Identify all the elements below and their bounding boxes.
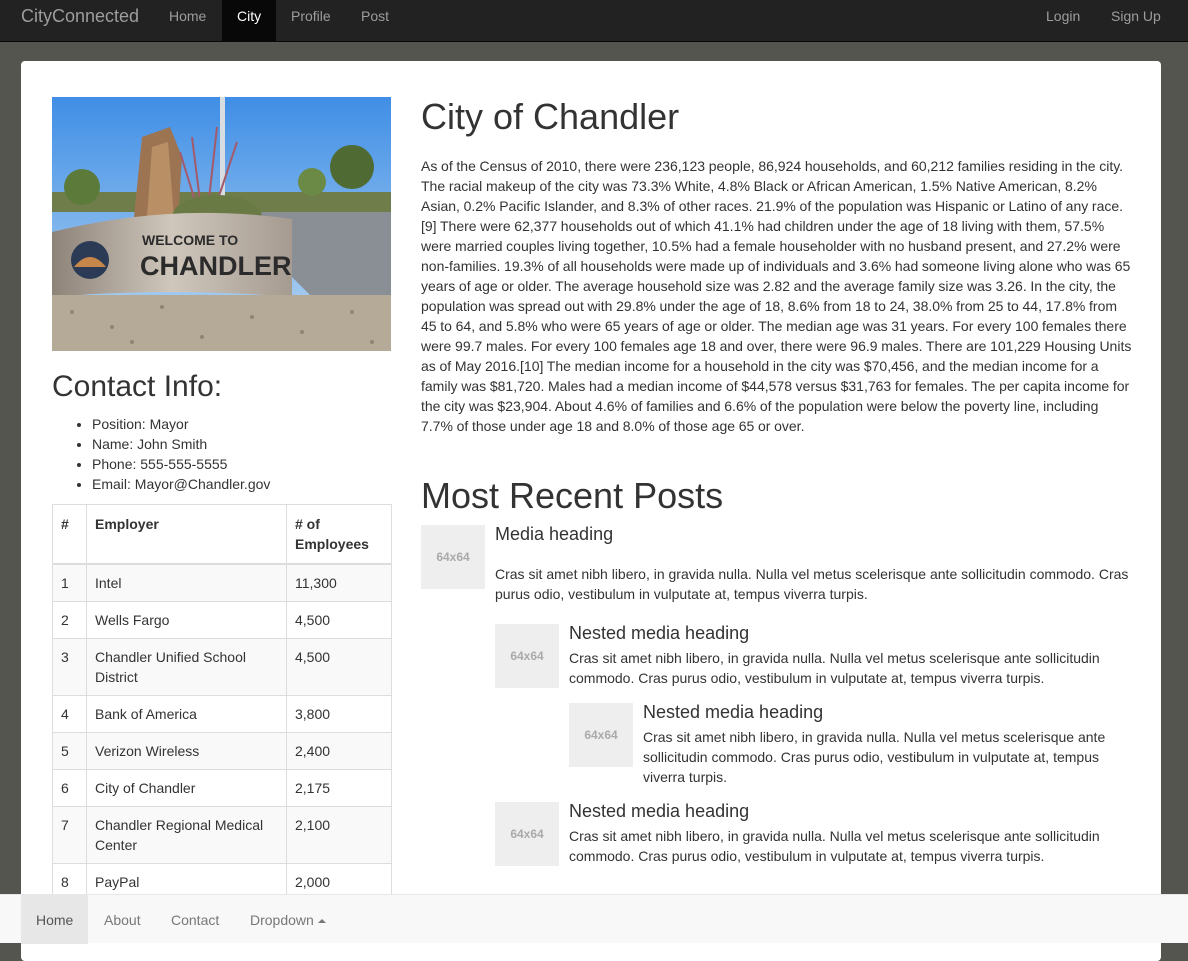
nav-profile-link[interactable]: Profile <box>276 0 346 41</box>
row-employer: City of Chandler <box>86 769 287 807</box>
nav-post-link[interactable]: Post <box>346 0 404 41</box>
media-body: Cras sit amet nibh libero, in gravida nu… <box>495 566 1129 602</box>
nav-home-link[interactable]: Home <box>154 0 221 41</box>
city-description: As of the Census of 2010, there were 236… <box>421 158 1132 434</box>
row-employees: 4,500 <box>286 638 392 696</box>
col-header-employer: Employer <box>86 504 287 565</box>
row-rank: 4 <box>52 695 87 733</box>
nested-media-body: Cras sit amet nibh libero, in gravida nu… <box>569 650 1100 686</box>
contact-phone: Phone: 555-555-5555 <box>92 454 392 474</box>
col-header-rank: # <box>52 504 87 565</box>
city-title: City of Chandler <box>421 96 680 137</box>
table-row: 1 Intel 11,300 <box>52 563 392 602</box>
media-thumbnail: 64x64 <box>495 624 559 688</box>
contact-info-heading: Contact Info: <box>52 370 223 403</box>
row-employer: Chandler Unified School District <box>86 638 287 696</box>
row-rank: 1 <box>52 563 87 602</box>
city-welcome-photo: WELCOME TO CHANDLER <box>52 97 391 351</box>
nested-media-heading: Nested media heading <box>569 623 750 643</box>
nested-media-body: Cras sit amet nibh libero, in gravida nu… <box>643 729 1106 785</box>
table-row: 2 Wells Fargo 4,500 <box>52 601 392 639</box>
top-navbar: CityConnected Home City Profile Post Log… <box>0 0 1188 42</box>
nested-media-heading: Nested media heading <box>569 801 750 821</box>
dropdown-label: Dropdown <box>250 912 314 928</box>
nested-media-heading: Nested media heading <box>643 702 824 722</box>
col-header-employees: # of Employees <box>286 504 392 565</box>
row-employees: 2,175 <box>286 769 392 807</box>
contact-position: Position: Mayor <box>92 414 392 434</box>
row-employer: Verizon Wireless <box>86 732 287 770</box>
login-link[interactable]: Login <box>1031 0 1095 41</box>
row-employees: 2,100 <box>286 806 392 864</box>
row-employer: Bank of America <box>86 695 287 733</box>
footer-dropdown-toggle[interactable]: Dropdown <box>235 895 341 944</box>
row-employees: 11,300 <box>286 563 392 602</box>
caret-up-icon <box>317 919 326 923</box>
contact-name: Name: John Smith <box>92 434 392 454</box>
nav-city-link[interactable]: City <box>222 0 277 41</box>
contact-email: Email: Mayor@Chandler.gov <box>92 474 392 494</box>
row-rank: 2 <box>52 601 87 639</box>
media-thumbnail: 64x64 <box>569 703 633 767</box>
footer-contact-link[interactable]: Contact <box>156 895 234 944</box>
row-rank: 3 <box>52 638 87 696</box>
table-header-row: # Employer # of Employees <box>52 504 392 565</box>
nested-media-body: Cras sit amet nibh libero, in gravida nu… <box>569 828 1100 864</box>
table-row: 7 Chandler Regional Medical Center 2,100 <box>52 806 392 864</box>
media-thumbnail: 64x64 <box>421 525 485 589</box>
recent-posts-heading: Most Recent Posts <box>421 475 724 516</box>
row-employees: 2,400 <box>286 732 392 770</box>
row-employer: Intel <box>86 563 287 602</box>
sign-line1-text: WELCOME TO <box>142 232 238 248</box>
media-thumbnail: 64x64 <box>495 802 559 866</box>
table-row: 4 Bank of America 3,800 <box>52 695 392 733</box>
bottom-navbar: Home About Contact Dropdown <box>0 894 1188 944</box>
row-rank: 6 <box>52 769 87 807</box>
footer-about-link[interactable]: About <box>89 895 156 944</box>
row-rank: 7 <box>52 806 87 864</box>
signup-link[interactable]: Sign Up <box>1096 0 1176 41</box>
media-heading: Media heading <box>495 524 614 544</box>
contact-info-list: Position: Mayor Name: John Smith Phone: … <box>52 414 392 494</box>
employers-table: # Employer # of Employees 1 Intel 11,300… <box>52 504 392 901</box>
row-employer: Chandler Regional Medical Center <box>86 806 287 864</box>
table-row: 3 Chandler Unified School District 4,500 <box>52 638 392 696</box>
brand-link[interactable]: CityConnected <box>21 0 139 32</box>
row-employees: 3,800 <box>286 695 392 733</box>
row-employees: 4,500 <box>286 601 392 639</box>
sign-line2-text: CHANDLER <box>140 251 292 281</box>
footer-home-link[interactable]: Home <box>21 895 89 944</box>
row-rank: 5 <box>52 732 87 770</box>
table-row: 6 City of Chandler 2,175 <box>52 769 392 807</box>
table-row: 5 Verizon Wireless 2,400 <box>52 732 392 770</box>
row-employer: Wells Fargo <box>86 601 287 639</box>
